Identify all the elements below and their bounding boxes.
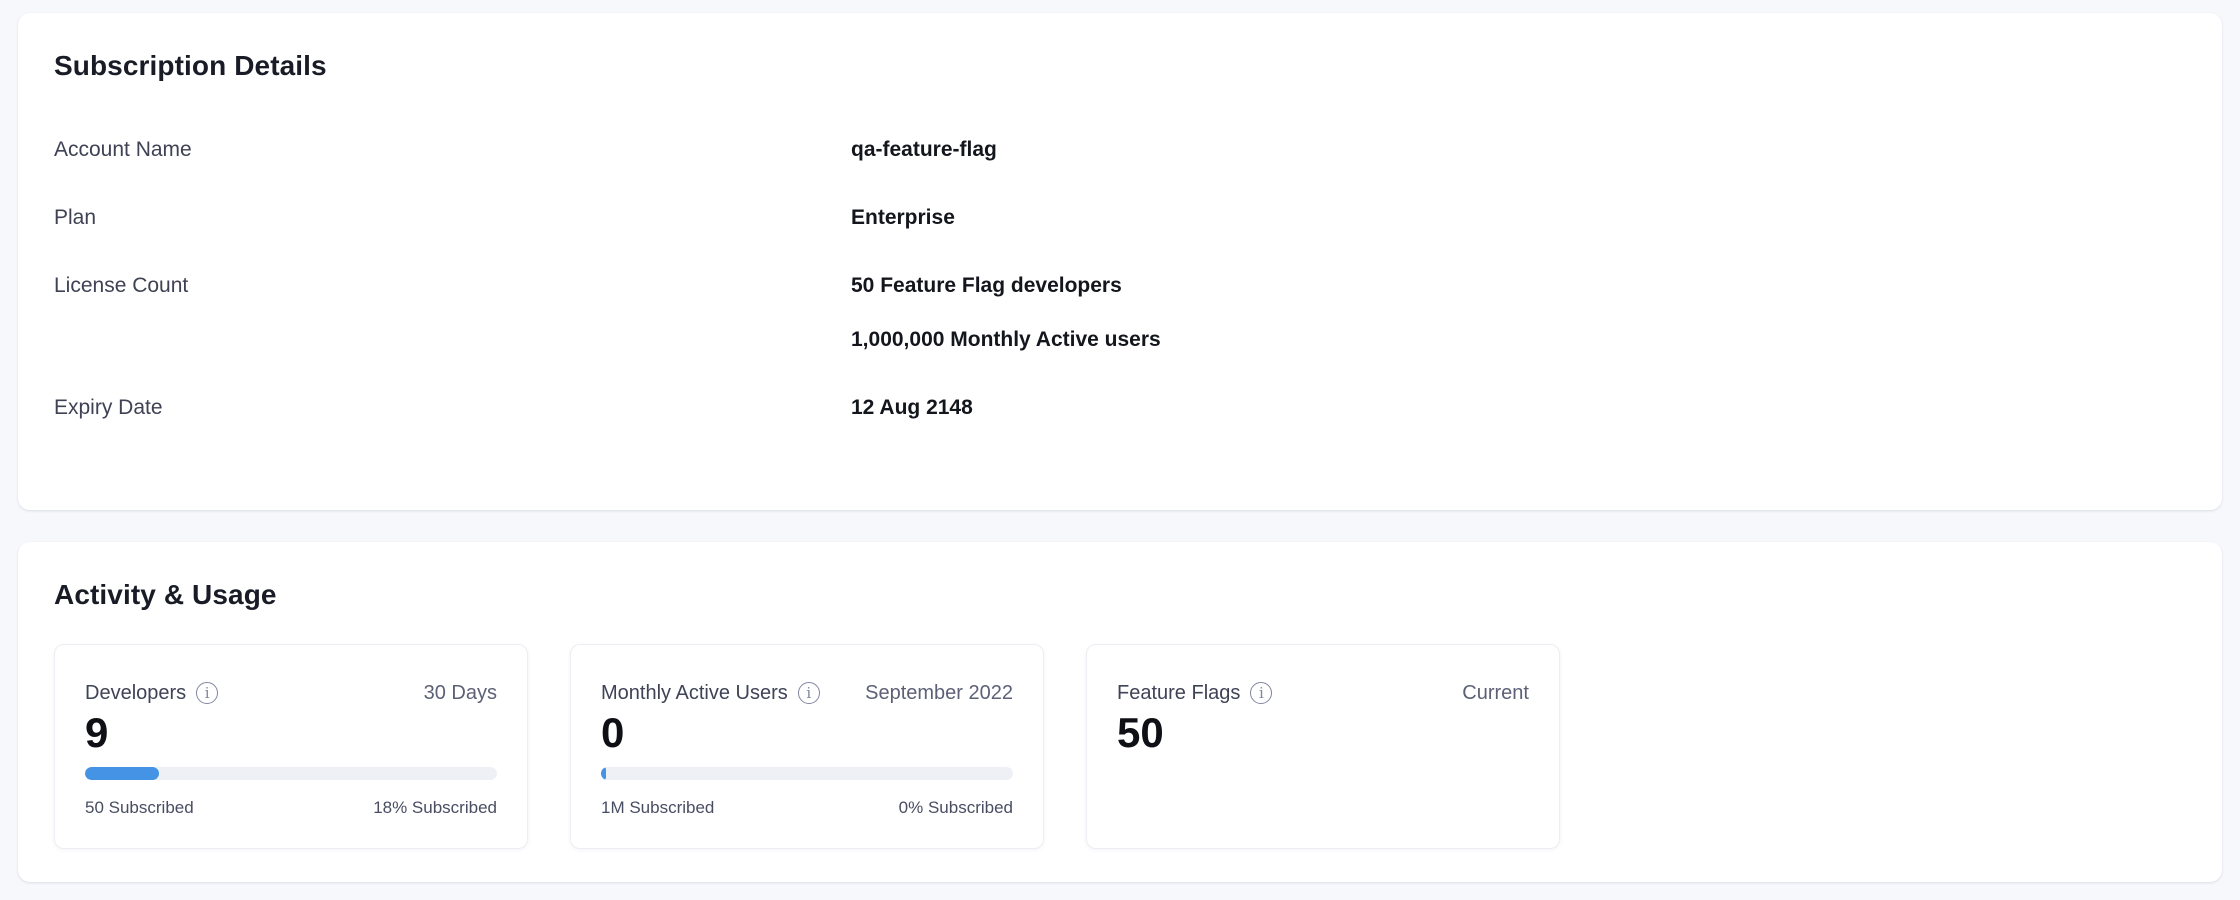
detail-label: Plan bbox=[54, 205, 851, 231]
activity-usage-card: Activity & Usage Developers i 30 Days 9 … bbox=[18, 542, 2222, 882]
activity-usage-title: Activity & Usage bbox=[54, 578, 2186, 612]
usage-card-value: 0 bbox=[601, 709, 1013, 757]
usage-card-period: September 2022 bbox=[865, 681, 1013, 705]
usage-card-monthly-active-users: Monthly Active Users i September 2022 0 … bbox=[570, 644, 1044, 849]
detail-row-plan: Plan Enterprise bbox=[54, 205, 2186, 231]
usage-card-header: Monthly Active Users i September 2022 bbox=[601, 681, 1013, 705]
info-icon[interactable]: i bbox=[798, 682, 820, 704]
usage-card-period: 30 Days bbox=[424, 681, 497, 705]
usage-card-footer: 50 Subscribed 18% Subscribed bbox=[85, 798, 497, 818]
usage-card-header: Developers i 30 Days bbox=[85, 681, 497, 705]
progress-bar-fill bbox=[601, 767, 606, 780]
usage-card-title-wrap: Feature Flags i bbox=[1117, 681, 1272, 705]
progress-bar-fill bbox=[85, 767, 159, 780]
subscription-rows: Account Name qa-feature-flag Plan Enterp… bbox=[54, 137, 2186, 421]
subscribed-count-label: 50 Subscribed bbox=[85, 798, 194, 818]
detail-row-expiry-date: Expiry Date 12 Aug 2148 bbox=[54, 395, 2186, 421]
detail-value: Enterprise bbox=[851, 205, 955, 231]
detail-value: 50 Feature Flag developers 1,000,000 Mon… bbox=[851, 273, 1161, 353]
usage-card-title-wrap: Monthly Active Users i bbox=[601, 681, 820, 705]
detail-row-account-name: Account Name qa-feature-flag bbox=[54, 137, 2186, 163]
usage-card-footer: 1M Subscribed 0% Subscribed bbox=[601, 798, 1013, 818]
subscribed-percent-label: 18% Subscribed bbox=[373, 798, 497, 818]
detail-value: qa-feature-flag bbox=[851, 137, 997, 163]
detail-value: 12 Aug 2148 bbox=[851, 395, 973, 421]
usage-card-developers: Developers i 30 Days 9 50 Subscribed 18%… bbox=[54, 644, 528, 849]
usage-card-value: 50 bbox=[1117, 709, 1529, 757]
usage-card-feature-flags: Feature Flags i Current 50 bbox=[1086, 644, 1560, 849]
detail-label: License Count bbox=[54, 273, 851, 299]
usage-card-value: 9 bbox=[85, 709, 497, 757]
usage-card-label: Monthly Active Users bbox=[601, 681, 788, 705]
usage-card-header: Feature Flags i Current bbox=[1117, 681, 1529, 705]
usage-card-period: Current bbox=[1462, 681, 1529, 705]
subscribed-count-label: 1M Subscribed bbox=[601, 798, 714, 818]
usage-card-title-wrap: Developers i bbox=[85, 681, 218, 705]
license-count-mau: 1,000,000 Monthly Active users bbox=[851, 327, 1161, 353]
usage-card-label: Feature Flags bbox=[1117, 681, 1240, 705]
detail-label: Account Name bbox=[54, 137, 851, 163]
usage-card-label: Developers bbox=[85, 681, 186, 705]
progress-bar bbox=[85, 767, 497, 780]
license-count-developers: 50 Feature Flag developers bbox=[851, 273, 1161, 299]
detail-row-license-count: License Count 50 Feature Flag developers… bbox=[54, 273, 2186, 353]
subscribed-percent-label: 0% Subscribed bbox=[899, 798, 1013, 818]
subscription-details-card: Subscription Details Account Name qa-fea… bbox=[18, 13, 2222, 510]
subscription-details-title: Subscription Details bbox=[54, 49, 2186, 83]
detail-label: Expiry Date bbox=[54, 395, 851, 421]
info-icon[interactable]: i bbox=[1250, 682, 1272, 704]
progress-bar bbox=[601, 767, 1013, 780]
info-icon[interactable]: i bbox=[196, 682, 218, 704]
subscription-page: Subscription Details Account Name qa-fea… bbox=[0, 0, 2240, 900]
usage-cards-row: Developers i 30 Days 9 50 Subscribed 18%… bbox=[54, 644, 2186, 849]
